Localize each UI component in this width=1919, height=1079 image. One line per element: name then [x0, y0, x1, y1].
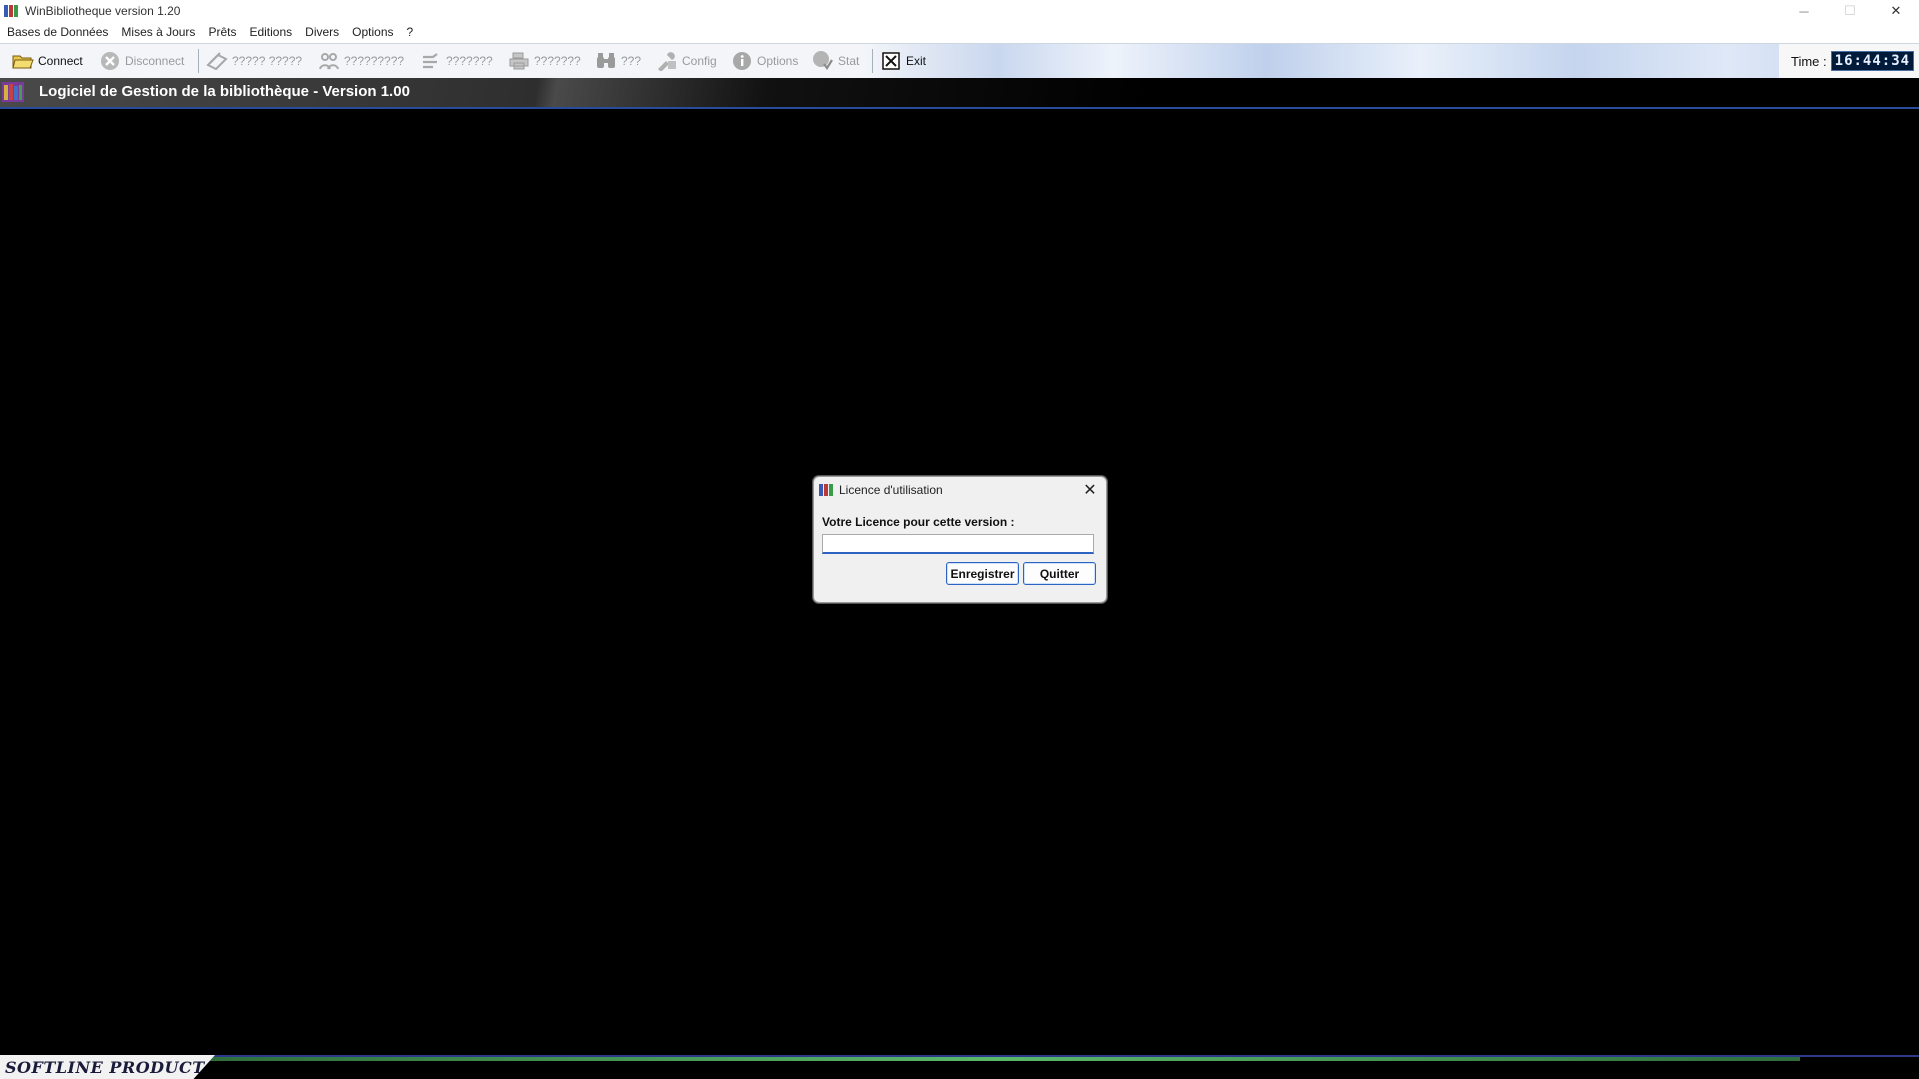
toolbar-button-search[interactable]: ???	[595, 44, 641, 78]
menu-prets[interactable]: Prêts	[202, 22, 243, 43]
folder-open-icon	[12, 50, 34, 72]
caption-title: Logiciel de Gestion de la bibliothèque -…	[39, 83, 410, 100]
menu-bases-de-donnees[interactable]: Bases de Données	[1, 22, 115, 43]
toolbar-button-books-label: ????? ?????	[232, 54, 303, 68]
minimize-button[interactable]: ─	[1781, 0, 1827, 22]
register-button[interactable]: Enregistrer	[946, 562, 1019, 585]
exit-x-icon	[880, 50, 902, 72]
toolbar-button-loans[interactable]: ???????	[420, 44, 493, 78]
dialog-title-bar: Licence d'utilisation	[814, 477, 1106, 503]
licence-dialog: Licence d'utilisation ✕ Votre Licence po…	[813, 476, 1107, 603]
toolbar-separator	[872, 49, 873, 73]
maximize-button[interactable]: ☐	[1827, 0, 1873, 22]
toolbar-button-books[interactable]: ????? ?????	[206, 44, 302, 78]
library-logo-icon	[2, 82, 24, 102]
window-title: WinBibliotheque version 1.20	[25, 4, 181, 18]
hand-book-icon	[420, 50, 442, 72]
exit-label: Exit	[906, 54, 927, 68]
users-icon	[318, 50, 340, 72]
status-footer: SOFTLINE PRODUCT	[0, 1055, 1919, 1079]
toolbar-separator	[198, 49, 199, 73]
toolbar-button-users[interactable]: ?????????	[318, 44, 404, 78]
dialog-close-icon[interactable]: ✕	[1078, 479, 1102, 501]
close-window-button[interactable]: ✕	[1873, 0, 1919, 22]
quit-button[interactable]: Quitter	[1023, 562, 1096, 585]
config-label: Config	[682, 54, 717, 68]
toolbar: Connect Disconnect ????? ????? ?????????…	[0, 43, 1919, 79]
mdi-caption-bar: Logiciel de Gestion de la bibliothèque -…	[0, 78, 1919, 109]
licence-input[interactable]	[822, 534, 1094, 554]
config-tools-icon	[656, 50, 678, 72]
stat-check-icon	[812, 50, 834, 72]
stat-label: Stat	[838, 54, 860, 68]
toolbar-button-print[interactable]: ???????	[508, 44, 581, 78]
info-icon	[731, 50, 753, 72]
app-books-icon	[4, 4, 18, 18]
clock-area: Time : 16:44:34	[1779, 44, 1919, 78]
toolbar-button-loans-label: ???????	[446, 54, 493, 68]
connect-button[interactable]: Connect	[12, 44, 83, 78]
menu-divers[interactable]: Divers	[299, 22, 346, 43]
toolbar-button-users-label: ?????????	[344, 54, 405, 68]
licence-label: Votre Licence pour cette version :	[822, 515, 1015, 529]
status-progress-bar	[190, 1057, 1800, 1061]
config-button[interactable]: Config	[656, 44, 717, 78]
binoculars-icon	[595, 50, 617, 72]
dialog-title: Licence d'utilisation	[839, 483, 943, 497]
exit-button[interactable]: Exit	[880, 44, 926, 78]
brand-text: SOFTLINE PRODUCT	[5, 1058, 205, 1077]
menu-mises-a-jours[interactable]: Mises à Jours	[115, 22, 202, 43]
time-display: 16:44:34	[1830, 51, 1915, 71]
options-label: Options	[757, 54, 799, 68]
connect-label: Connect	[38, 54, 83, 68]
stat-button[interactable]: Stat	[812, 44, 859, 78]
books-icon	[206, 50, 228, 72]
app-books-icon	[819, 483, 833, 497]
menu-editions[interactable]: Editions	[243, 22, 299, 43]
toolbar-button-search-label: ???	[621, 54, 642, 68]
printer-icon	[508, 50, 530, 72]
disconnect-label: Disconnect	[125, 54, 185, 68]
menu-bar: Bases de Données Mises à Jours Prêts Edi…	[0, 22, 1919, 43]
menu-options[interactable]: Options	[346, 22, 400, 43]
toolbar-button-print-label: ???????	[534, 54, 581, 68]
time-label: Time :	[1791, 53, 1827, 69]
menu-help[interactable]: ?	[401, 22, 421, 43]
disconnect-button[interactable]: Disconnect	[99, 44, 184, 78]
options-button[interactable]: Options	[731, 44, 798, 78]
window-title-bar: WinBibliotheque version 1.20 ─ ☐ ✕	[0, 0, 1919, 22]
cancel-circle-icon	[99, 50, 121, 72]
